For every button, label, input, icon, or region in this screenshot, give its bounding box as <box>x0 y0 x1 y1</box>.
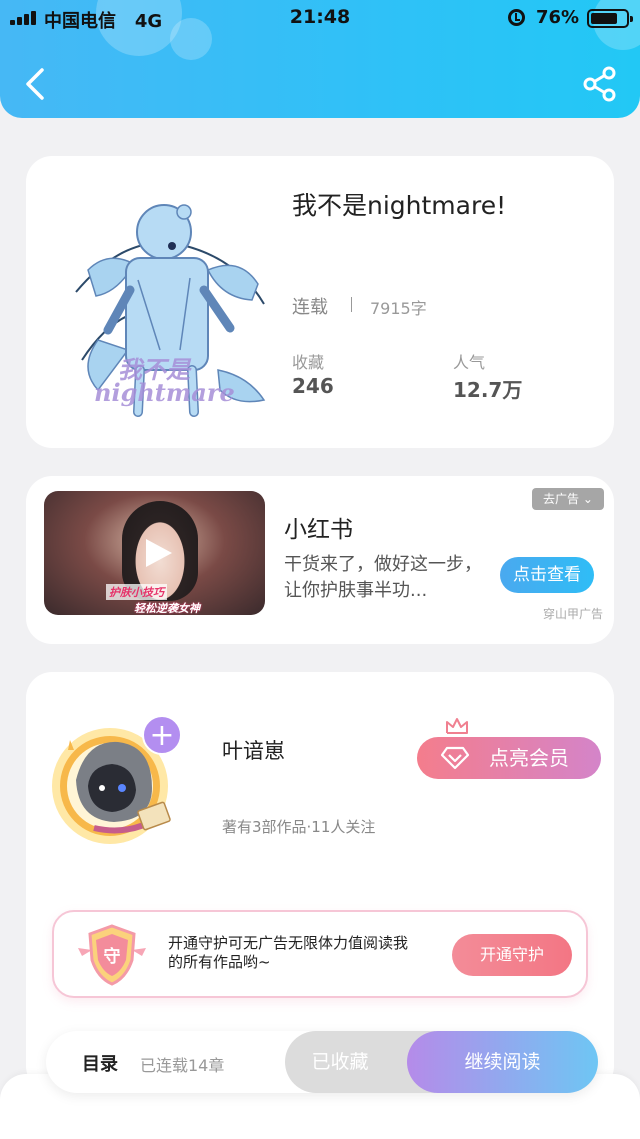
ad-description: 干货来了，做好这一步，让你护肤事半功... <box>284 554 482 601</box>
vip-membership-button[interactable]: 点亮会员 <box>417 737 601 779</box>
ad-video-caption: 护肤小技巧 <box>106 584 167 600</box>
book-title: 我不是nightmare! <box>292 191 507 220</box>
chapter-count: 已连载14章 <box>140 1056 225 1075</box>
toc-button[interactable]: 目录 <box>82 1050 118 1076</box>
diamond-icon <box>441 746 469 770</box>
book-status: 连载 <box>292 297 328 318</box>
ad-view-button[interactable]: 点击查看 <box>500 557 594 593</box>
chevron-down-icon: ⌄ <box>582 492 593 506</box>
cover-title-line2: nightmare <box>94 378 235 407</box>
author-name: 叶谙崽 <box>222 739 285 763</box>
share-button[interactable] <box>580 64 620 104</box>
share-icon <box>583 66 616 102</box>
battery-percent: 76% <box>536 7 580 28</box>
bottom-action-bar: 目录 已连载14章 已收藏 继续阅读 <box>46 1031 598 1093</box>
battery-icon <box>587 9 633 28</box>
guard-badge: 守 <box>104 946 121 967</box>
chevron-left-icon <box>26 68 44 100</box>
ad-card[interactable]: 护肤小技巧 轻松逆袭女神 去广告 ⌄ 小红书 干货来了，做好这一步，让你护肤事半… <box>26 476 614 644</box>
play-icon[interactable] <box>142 537 174 569</box>
divider <box>351 297 352 312</box>
top-header: 中国电信 4G 21:48 76% <box>0 0 640 118</box>
plus-icon: + <box>149 718 175 753</box>
remove-ad-button[interactable]: 去广告 ⌄ <box>532 488 604 510</box>
status-bar: 中国电信 4G 21:48 76% <box>0 0 640 36</box>
author-card: + 叶谙崽 著有3部作品·11人关注 点亮会员 守 开通守护可无广告无限体力值阅… <box>26 672 614 1092</box>
author-stats: 著有3部作品·11人关注 <box>222 818 376 836</box>
collect-label: 收藏 <box>292 353 325 372</box>
collect-count: 246 <box>292 374 334 398</box>
follow-author-button[interactable]: + <box>142 715 182 755</box>
vip-button-label: 点亮会员 <box>489 746 569 770</box>
alarm-icon <box>508 9 525 26</box>
back-button[interactable] <box>20 64 56 104</box>
guard-banner: 守 开通守护可无广告无限体力值阅读我的所有作品哟~ 开通守护 <box>52 910 588 998</box>
ad-video-caption: 轻松逆袭女神 <box>134 602 200 615</box>
book-info-card: 我不是 nightmare 我不是nightmare! 连载 7915字 收藏 … <box>26 156 614 448</box>
guard-shield-icon: 守 <box>74 920 150 988</box>
open-guard-button[interactable]: 开通守护 <box>452 934 572 976</box>
guard-description: 开通守护可无广告无限体力值阅读我的所有作品哟~ <box>168 934 409 971</box>
ad-source: 穿山甲广告 <box>543 607 604 621</box>
popularity-label: 人气 <box>453 353 486 372</box>
book-word-count: 7915字 <box>370 299 427 318</box>
popularity-value: 12.7万 <box>453 378 523 402</box>
ad-title: 小红书 <box>284 517 353 543</box>
book-cover[interactable]: 我不是 nightmare <box>68 200 268 425</box>
crown-icon <box>445 716 469 736</box>
ad-video-thumbnail[interactable]: 护肤小技巧 轻松逆袭女神 <box>44 491 265 615</box>
continue-reading-button[interactable]: 继续阅读 <box>407 1031 598 1093</box>
